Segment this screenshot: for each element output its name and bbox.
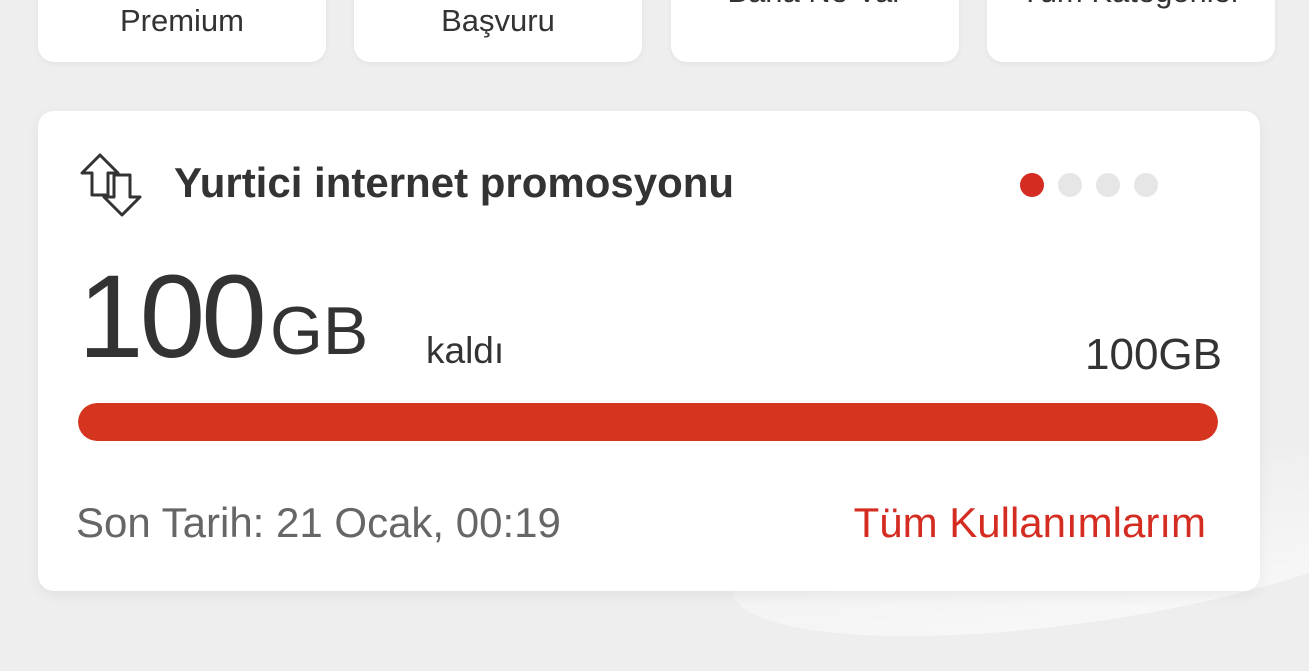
remaining-unit: GB [270,293,369,369]
total-quota: 100GB [1085,330,1222,379]
shortcut-label: Premium [119,3,244,38]
carousel-dot[interactable] [1058,173,1082,197]
remaining-value: 100 [78,251,267,383]
shortcut-tile-bana-ne-var[interactable]: Bana Ne Var [671,0,959,62]
carousel-indicator [1020,173,1158,197]
carousel-dot[interactable] [1096,173,1120,197]
category-shortcuts: Premium Başvuru Bana Ne Var Tüm Kategori… [0,0,1309,62]
internet-usage-card[interactable]: Yurtici internet promosyonu 100 GB kaldı… [38,111,1260,591]
shortcut-label: Tüm Kategoriler [987,0,1275,10]
data-transfer-arrows-icon [78,151,144,217]
shortcut-tile-basvuru[interactable]: Başvuru [354,0,642,62]
carousel-dot[interactable] [1134,173,1158,197]
shortcut-tile-all-categories[interactable]: Tüm Kategoriler [987,0,1275,62]
usage-progress-bar [78,403,1218,441]
shortcut-label: Başvuru [441,3,555,38]
deadline-text: Son Tarih: 21 Ocak, 00:19 [76,499,561,546]
shortcut-label: Bana Ne Var [671,0,959,10]
usage-progress-fill [78,403,1218,441]
shortcut-tile-premium[interactable]: Premium [38,0,326,62]
all-usage-link[interactable]: Tüm Kullanımlarım [854,499,1206,547]
card-title: Yurtici internet promosyonu [174,159,735,206]
carousel-dot-active[interactable] [1020,173,1044,197]
remaining-label: kaldı [426,330,505,371]
